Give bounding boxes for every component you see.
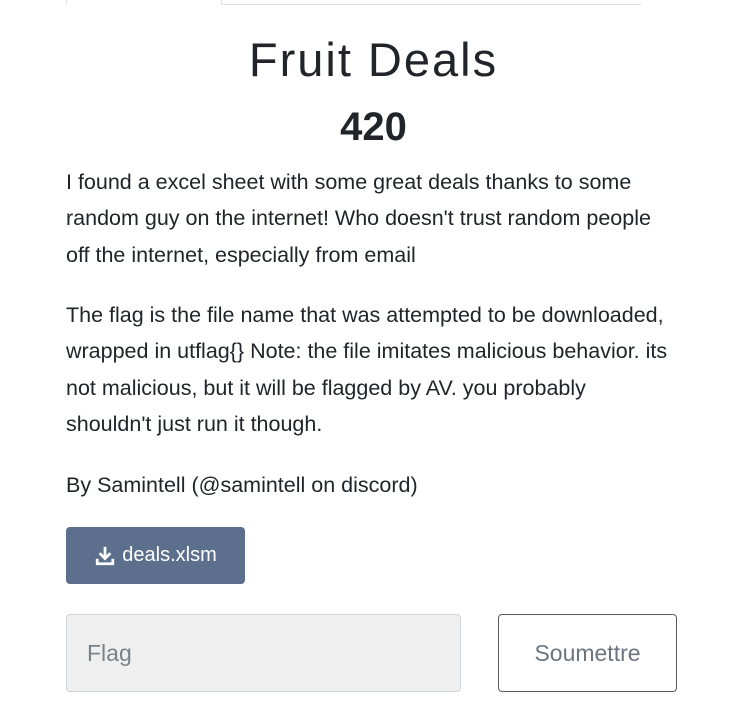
tab-strip [66,0,641,5]
challenge-points: 420 [340,105,407,149]
download-file-name: deals.xlsm [122,544,217,566]
submit-button[interactable]: Soumettre [498,614,677,692]
challenge-author: By Samintell (@samintell on discord) [66,473,418,497]
download-icon [94,545,116,567]
tab-divider [222,4,641,5]
tab-challenge[interactable] [66,0,222,5]
download-file-button[interactable]: deals.xlsm [66,527,245,584]
challenge-flag-format: The flag is the file name that was attem… [66,303,668,436]
challenge-title: Fruit Deals [248,33,499,86]
flag-input[interactable] [66,614,461,692]
challenge-description: I found a excel sheet with some great de… [66,170,651,267]
